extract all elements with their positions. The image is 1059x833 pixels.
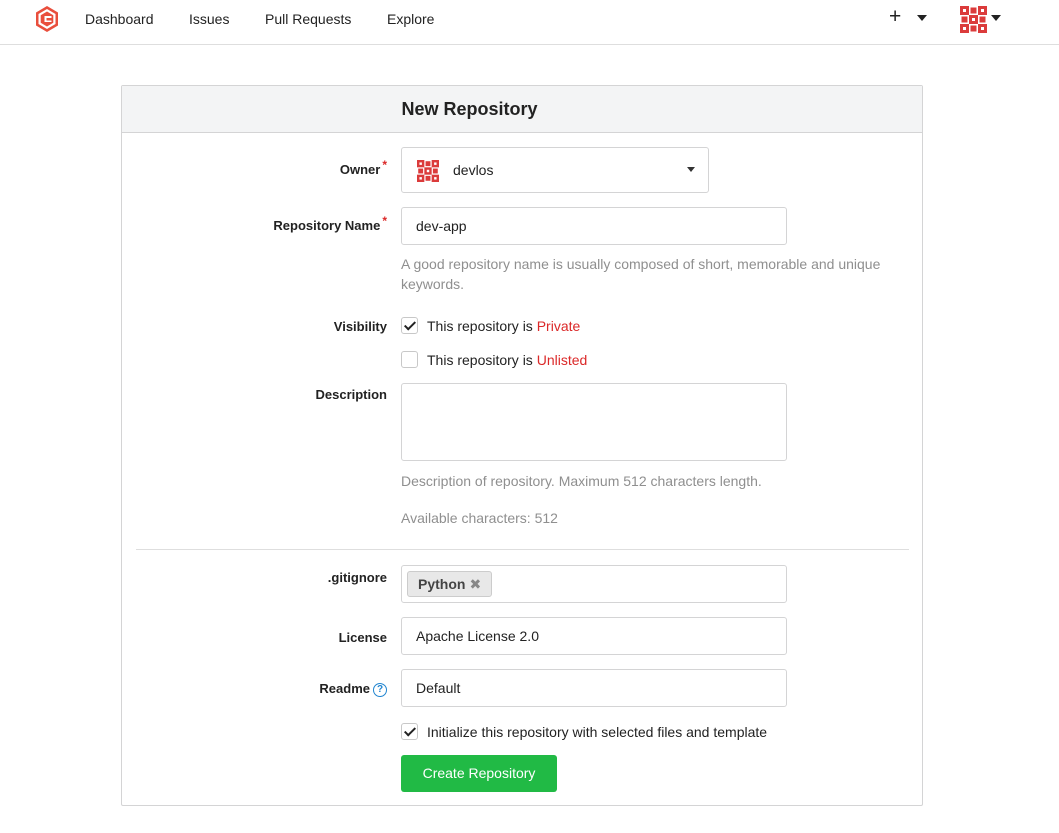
form-header: New Repository	[122, 86, 922, 133]
required-asterisk: *	[382, 158, 387, 172]
available-characters: Available characters: 512	[401, 510, 558, 526]
user-avatar[interactable]	[960, 6, 987, 33]
remove-tag-icon[interactable]: ✖	[469, 576, 481, 592]
description-hint: Description of repository. Maximum 512 c…	[401, 473, 762, 489]
repo-name-input[interactable]: dev-app	[401, 207, 787, 245]
description-label: Description	[315, 387, 387, 402]
help-icon[interactable]: ?	[373, 683, 387, 697]
user-menu-chevron-down-icon[interactable]	[991, 15, 1001, 21]
repo-name-label: Repository Name *	[273, 214, 387, 233]
gitignore-multiselect[interactable]: Python ✖	[401, 565, 787, 603]
license-dropdown[interactable]: Apache License 2.0	[401, 617, 787, 655]
nav-pull-requests[interactable]: Pull Requests	[265, 11, 351, 27]
init-repository-checkbox[interactable]	[401, 723, 418, 740]
repo-name-hint: A good repository name is usually compos…	[401, 256, 881, 292]
owner-dropdown[interactable]: devlos	[401, 147, 709, 193]
nav-explore[interactable]: Explore	[387, 11, 434, 27]
required-asterisk: *	[382, 214, 387, 228]
nav-issues[interactable]: Issues	[189, 11, 229, 27]
private-checkbox-label[interactable]: This repository is Private	[427, 318, 580, 334]
owner-value: devlos	[453, 162, 494, 178]
gitignore-label: .gitignore	[327, 570, 387, 585]
unlisted-checkbox-label[interactable]: This repository is Unlisted	[427, 352, 587, 368]
top-navbar: Dashboard Issues Pull Requests Explore +	[0, 0, 1059, 45]
page-title: New Repository	[401, 99, 538, 119]
create-menu-chevron-down-icon[interactable]	[917, 15, 927, 21]
create-repository-button[interactable]: Create Repository	[401, 755, 557, 792]
description-textarea[interactable]	[401, 383, 787, 461]
readme-dropdown[interactable]: Default	[401, 669, 787, 707]
gitea-logo-icon[interactable]	[33, 5, 61, 33]
gitignore-tag[interactable]: Python ✖	[407, 571, 493, 597]
repo-name-value: dev-app	[416, 218, 467, 234]
chevron-down-icon	[687, 167, 695, 172]
unlisted-checkbox[interactable]	[401, 351, 418, 368]
init-repository-label[interactable]: Initialize this repository with selected…	[427, 724, 767, 740]
license-value: Apache License 2.0	[416, 628, 539, 644]
readme-label: Readme?	[122, 681, 387, 697]
private-checkbox[interactable]	[401, 317, 418, 334]
visibility-label: Visibility	[333, 319, 387, 334]
owner-avatar	[417, 160, 439, 182]
license-label: License	[338, 630, 387, 645]
nav-dashboard[interactable]: Dashboard	[85, 11, 154, 27]
owner-label: Owner *	[339, 158, 387, 177]
section-divider	[136, 549, 909, 550]
readme-value: Default	[416, 680, 461, 696]
create-new-icon[interactable]: +	[889, 6, 901, 27]
new-repository-form: New Repository Owner * devlos Repository …	[121, 85, 923, 806]
